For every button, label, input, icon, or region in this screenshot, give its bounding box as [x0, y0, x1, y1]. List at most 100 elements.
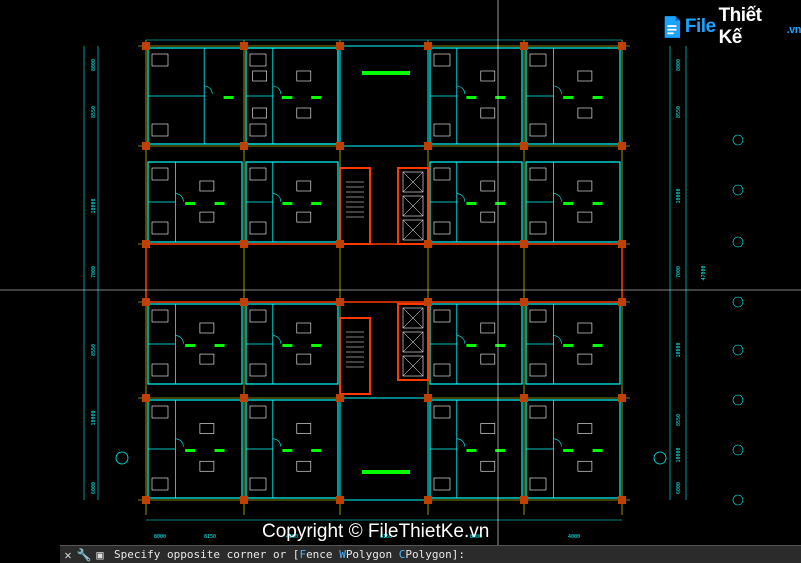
- green-fixture: [466, 449, 477, 452]
- dim-text-left: 8550: [91, 344, 97, 356]
- table-furniture: [577, 180, 593, 192]
- bathroom-fixture: [151, 123, 169, 137]
- dim-text-right: 7000: [676, 266, 682, 278]
- green-fixture: [466, 96, 477, 99]
- green-fixture: [495, 449, 506, 452]
- stair-core: [339, 317, 371, 395]
- door-swing: [204, 85, 213, 95]
- table-furniture: [296, 107, 312, 119]
- floor-plan: [138, 40, 630, 515]
- structural-column: [520, 298, 528, 306]
- structural-column: [424, 496, 432, 504]
- green-fixture: [563, 202, 574, 205]
- door-swing: [456, 335, 466, 344]
- table-furniture: [480, 211, 496, 223]
- dim-text-left: 10000: [91, 198, 97, 213]
- bathroom-fixture: [433, 221, 451, 235]
- structural-column: [424, 394, 432, 402]
- dim-text-left: 8000: [91, 59, 97, 71]
- logo-text-thietke: Thiết Kế: [718, 5, 762, 48]
- green-fixture: [311, 344, 322, 347]
- table-furniture: [480, 180, 496, 192]
- green-fixture: [466, 202, 477, 205]
- structural-column: [618, 298, 626, 306]
- command-input[interactable]: [465, 547, 801, 562]
- green-fixture: [495, 202, 506, 205]
- green-fixture: [311, 449, 322, 452]
- door-swing: [175, 438, 184, 447]
- bathroom-fixture: [249, 167, 267, 181]
- wrench-icon[interactable]: 🔧: [76, 547, 92, 563]
- structural-column: [618, 142, 626, 150]
- structural-column: [424, 298, 432, 306]
- bathroom-fixture: [529, 363, 547, 377]
- close-icon[interactable]: ✕: [60, 547, 76, 563]
- bathroom-fixture: [249, 221, 267, 235]
- table-furniture: [296, 322, 312, 334]
- structural-column: [336, 394, 344, 402]
- door-swing: [456, 85, 466, 95]
- table-furniture: [577, 107, 593, 119]
- option-wpolygon-key[interactable]: W: [339, 548, 346, 561]
- green-fixture: [495, 96, 506, 99]
- status-strip: [0, 545, 60, 562]
- table-furniture: [296, 70, 312, 82]
- bathroom-fixture: [151, 167, 169, 181]
- green-fixture: [185, 449, 196, 452]
- table-furniture: [296, 423, 312, 434]
- table-furniture: [199, 460, 215, 472]
- cad-drawing-canvas[interactable]: 8000 8550 10000 7000 8550 10000 6000 8000 8550 10…: [0, 0, 801, 545]
- structural-column: [142, 42, 150, 50]
- door-swing: [553, 85, 562, 95]
- bathroom-fixture: [433, 309, 451, 323]
- dim-text-right: 8000: [676, 59, 682, 71]
- bathroom-fixture: [249, 363, 267, 377]
- dim-text-right: 10000: [676, 342, 682, 357]
- table-furniture: [199, 353, 215, 365]
- top-lobby: [339, 45, 429, 147]
- structural-column: [336, 298, 344, 306]
- option-cpolygon-rest: Polygon]:: [405, 548, 466, 561]
- green-fixture: [214, 202, 225, 205]
- structural-column: [618, 240, 626, 248]
- dim-text-left: 6000: [91, 482, 97, 494]
- bathroom-fixture: [433, 167, 451, 181]
- dim-text-bottom: 8000: [154, 534, 166, 540]
- structural-column: [142, 142, 150, 150]
- green-fixture: [214, 344, 225, 347]
- command-history-icon[interactable]: ▣: [92, 547, 108, 563]
- green-fixture: [466, 344, 477, 347]
- table-furniture: [296, 211, 312, 223]
- door-swing: [175, 193, 184, 202]
- bathroom-fixture: [249, 53, 267, 67]
- stair-core: [339, 167, 371, 245]
- structural-column: [520, 496, 528, 504]
- bathroom-fixture: [249, 123, 267, 137]
- dim-text-left: 8550: [91, 106, 97, 118]
- dim-text-left: 7000: [91, 266, 97, 278]
- bathroom-fixture: [433, 477, 451, 491]
- bathroom-fixture: [529, 477, 547, 491]
- green-fixture: [495, 344, 506, 347]
- table-furniture: [296, 460, 312, 472]
- table-furniture: [199, 423, 215, 434]
- structural-column: [142, 298, 150, 306]
- structural-column: [336, 142, 344, 150]
- bathroom-fixture: [433, 405, 451, 419]
- table-furniture: [296, 180, 312, 192]
- bathroom-fixture: [151, 363, 169, 377]
- dim-text-right: 6000: [676, 482, 682, 494]
- structural-column: [142, 394, 150, 402]
- green-fixture: [563, 96, 574, 99]
- door-swing: [553, 193, 562, 202]
- bathroom-fixture: [151, 477, 169, 491]
- green-fixture: [311, 202, 322, 205]
- structural-column: [618, 496, 626, 504]
- table-furniture: [577, 211, 593, 223]
- structural-column: [424, 42, 432, 50]
- bathroom-fixture: [529, 405, 547, 419]
- bathroom-fixture: [529, 221, 547, 235]
- bathroom-fixture: [249, 309, 267, 323]
- table-furniture: [480, 460, 496, 472]
- axis-bubble: [732, 134, 744, 146]
